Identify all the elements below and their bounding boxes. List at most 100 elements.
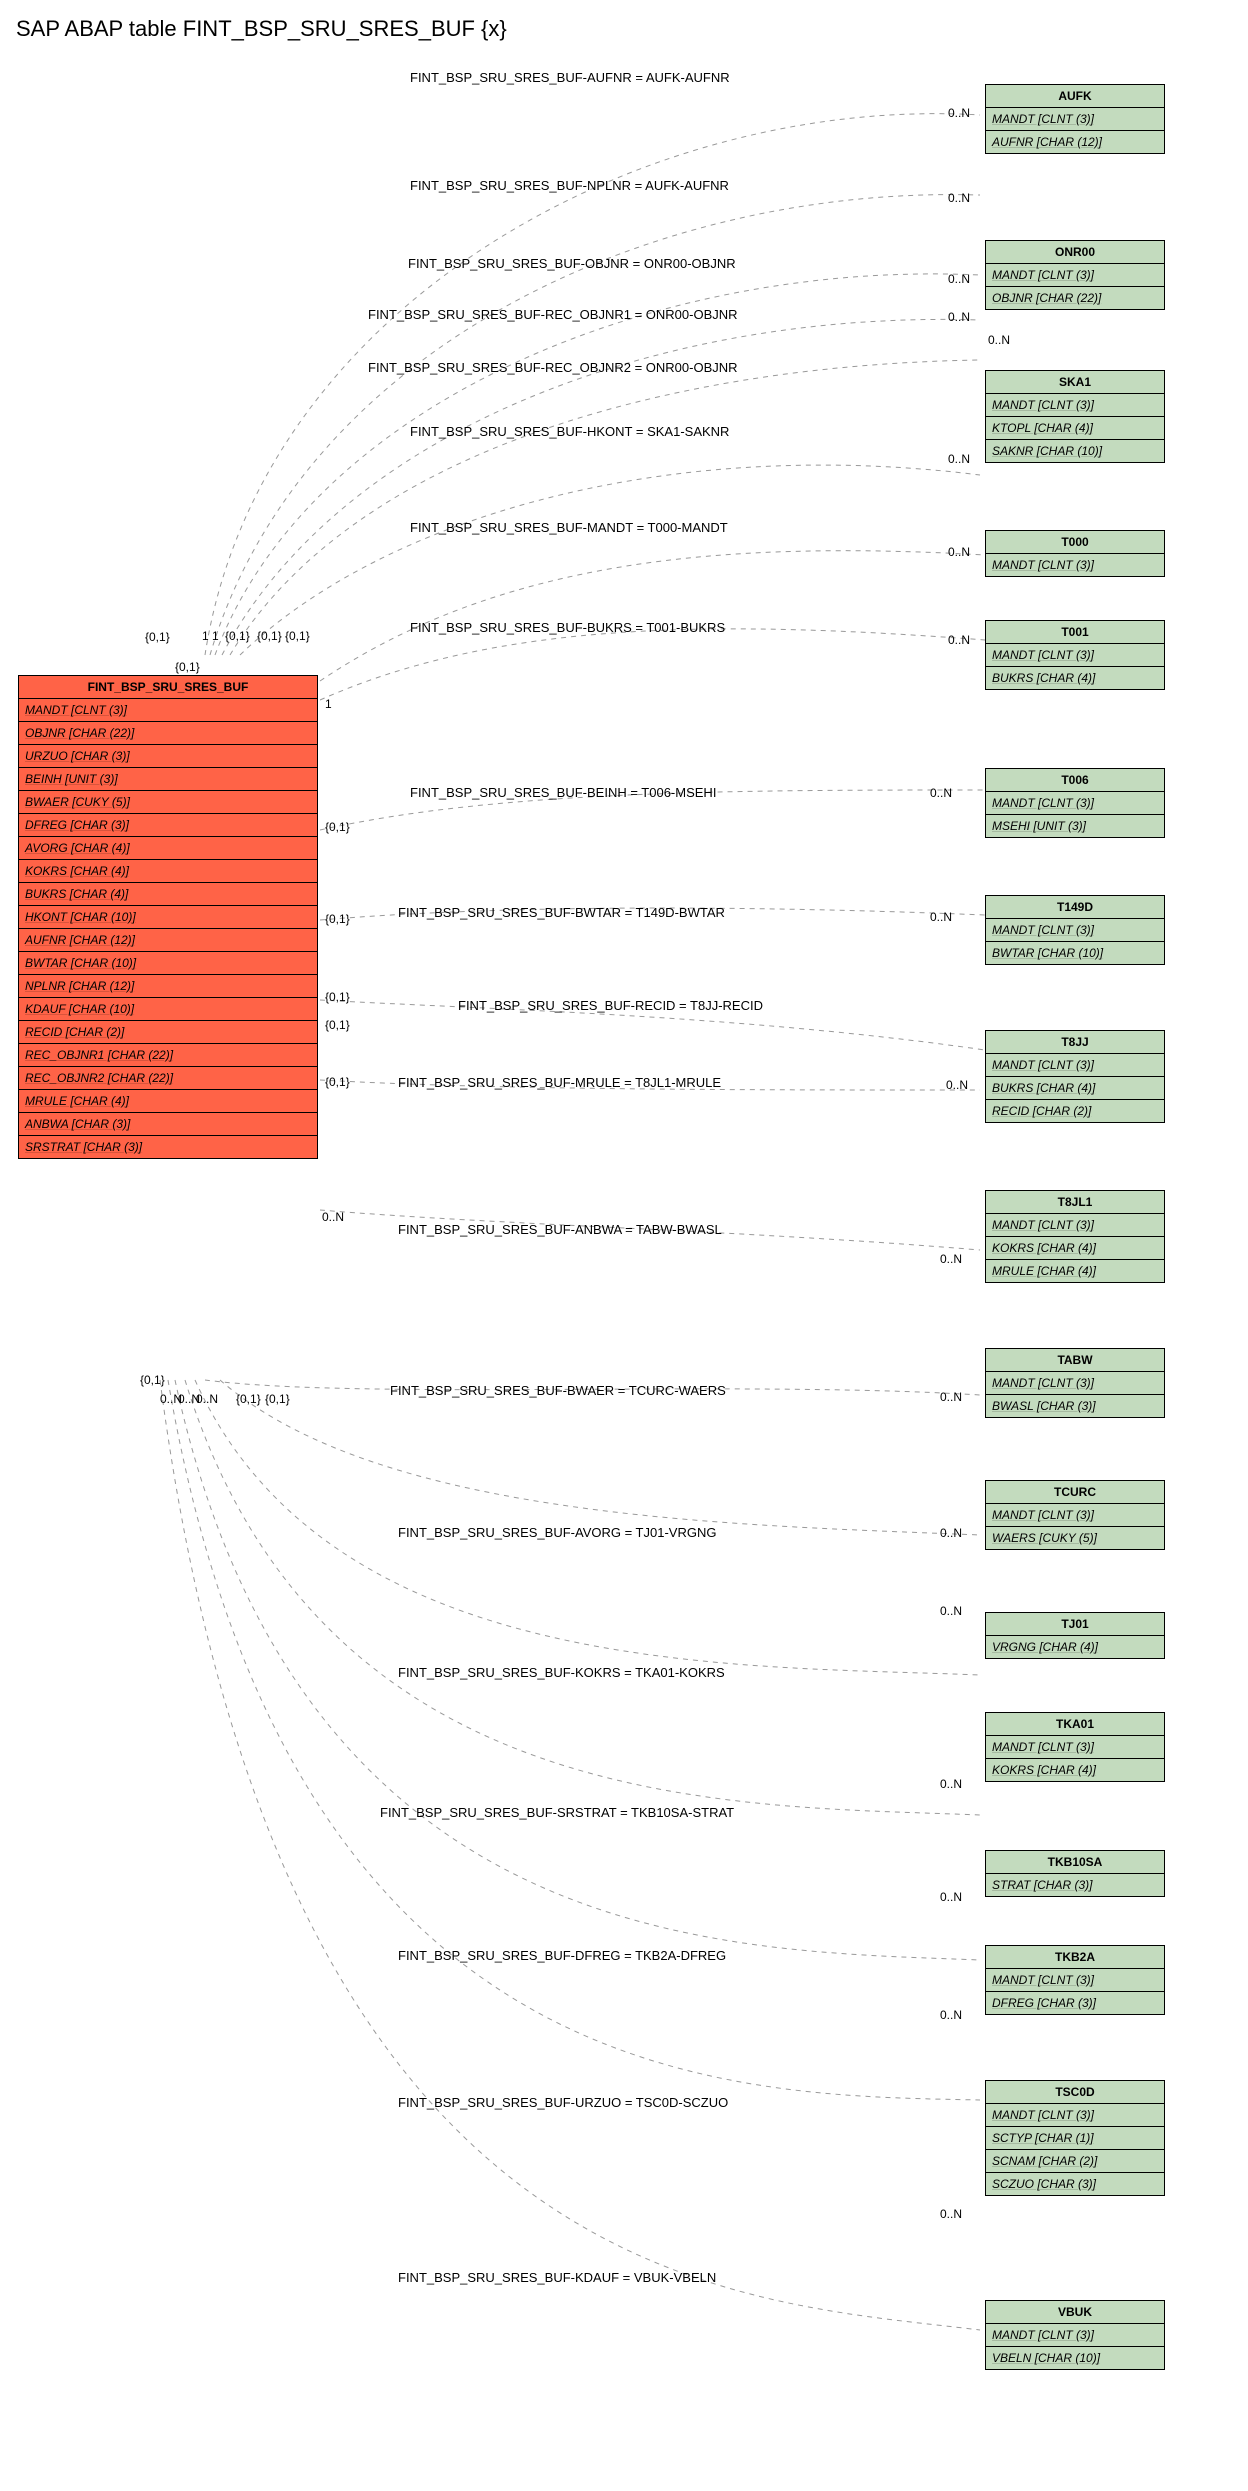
table-field: KOKRS [CHAR (4)] xyxy=(19,860,317,883)
table-field: BUKRS [CHAR (4)] xyxy=(19,883,317,906)
cardinality-right: 0..N xyxy=(940,1777,962,1791)
relation-label: FINT_BSP_SRU_SRES_BUF-OBJNR = ONR00-OBJN… xyxy=(408,256,736,271)
table-field: AUFNR [CHAR (12)] xyxy=(986,131,1164,153)
relation-label: FINT_BSP_SRU_SRES_BUF-AVORG = TJ01-VRGNG xyxy=(398,1525,716,1540)
cardinality-right: 0..N xyxy=(940,1390,962,1404)
table-field: MANDT [CLNT (3)] xyxy=(986,792,1164,815)
ref-table-header: SKA1 xyxy=(986,371,1164,394)
table-field: REC_OBJNR2 [CHAR (22)] xyxy=(19,1067,317,1090)
table-field: DFREG [CHAR (3)] xyxy=(986,1992,1164,2014)
cardinality-right: 0..N xyxy=(948,310,970,324)
cardinality-left: {0,1} xyxy=(257,629,282,643)
ref-table-box: ONR00 MANDT [CLNT (3)] OBJNR [CHAR (22)] xyxy=(985,240,1165,310)
ref-table-header: VBUK xyxy=(986,2301,1164,2324)
cardinality-right: 0..N xyxy=(940,1526,962,1540)
cardinality-left: {0,1} xyxy=(325,820,350,834)
table-field: WAERS [CUKY (5)] xyxy=(986,1527,1164,1549)
table-field: MANDT [CLNT (3)] xyxy=(986,1969,1164,1992)
cardinality-left: {0,1} xyxy=(225,629,250,643)
cardinality-left: {0,1} xyxy=(325,1018,350,1032)
relation-label: FINT_BSP_SRU_SRES_BUF-RECID = T8JJ-RECID xyxy=(458,998,763,1013)
table-field: HKONT [CHAR (10)] xyxy=(19,906,317,929)
relation-label: FINT_BSP_SRU_SRES_BUF-HKONT = SKA1-SAKNR xyxy=(410,424,729,439)
ref-table-box: T006 MANDT [CLNT (3)] MSEHI [UNIT (3)] xyxy=(985,768,1165,838)
cardinality-left: {0,1} xyxy=(145,630,170,644)
table-field: VRGNG [CHAR (4)] xyxy=(986,1636,1164,1658)
table-field: OBJNR [CHAR (22)] xyxy=(19,722,317,745)
ref-table-header: TKB2A xyxy=(986,1946,1164,1969)
table-field: URZUO [CHAR (3)] xyxy=(19,745,317,768)
cardinality-right: 0..N xyxy=(948,106,970,120)
cardinality-left: 1 xyxy=(325,697,332,711)
table-field: MANDT [CLNT (3)] xyxy=(986,108,1164,131)
table-field: MANDT [CLNT (3)] xyxy=(986,1372,1164,1395)
cardinality-right: 0..N xyxy=(946,1078,968,1092)
table-field: KOKRS [CHAR (4)] xyxy=(986,1759,1164,1781)
table-field: SCTYP [CHAR (1)] xyxy=(986,2127,1164,2150)
cardinality-left: 0..N xyxy=(322,1210,344,1224)
table-field: ANBWA [CHAR (3)] xyxy=(19,1113,317,1136)
table-field: MANDT [CLNT (3)] xyxy=(19,699,317,722)
table-field: SRSTRAT [CHAR (3)] xyxy=(19,1136,317,1158)
relation-label: FINT_BSP_SRU_SRES_BUF-ANBWA = TABW-BWASL xyxy=(398,1222,722,1237)
ref-table-box: T001 MANDT [CLNT (3)] BUKRS [CHAR (4)] xyxy=(985,620,1165,690)
ref-table-box: TKA01 MANDT [CLNT (3)] KOKRS [CHAR (4)] xyxy=(985,1712,1165,1782)
ref-table-header: T149D xyxy=(986,896,1164,919)
table-field: MSEHI [UNIT (3)] xyxy=(986,815,1164,837)
ref-table-box: TSC0D MANDT [CLNT (3)] SCTYP [CHAR (1)] … xyxy=(985,2080,1165,2196)
table-field: STRAT [CHAR (3)] xyxy=(986,1874,1164,1896)
table-field: SCNAM [CHAR (2)] xyxy=(986,2150,1164,2173)
cardinality-right: 0..N xyxy=(940,1252,962,1266)
ref-table-header: AUFK xyxy=(986,85,1164,108)
relation-label: FINT_BSP_SRU_SRES_BUF-NPLNR = AUFK-AUFNR xyxy=(410,178,729,193)
table-field: OBJNR [CHAR (22)] xyxy=(986,287,1164,309)
ref-table-header: TKA01 xyxy=(986,1713,1164,1736)
ref-table-header: TJ01 xyxy=(986,1613,1164,1636)
relation-label: FINT_BSP_SRU_SRES_BUF-REC_OBJNR2 = ONR00… xyxy=(368,360,738,375)
cardinality-right: 0..N xyxy=(930,910,952,924)
relation-label: FINT_BSP_SRU_SRES_BUF-REC_OBJNR1 = ONR00… xyxy=(368,307,738,322)
cardinality-left: {0,1} xyxy=(175,660,200,674)
table-field: SCZUO [CHAR (3)] xyxy=(986,2173,1164,2195)
table-field: MANDT [CLNT (3)] xyxy=(986,394,1164,417)
cardinality-right: 0..N xyxy=(940,2008,962,2022)
relation-label: FINT_BSP_SRU_SRES_BUF-MANDT = T000-MANDT xyxy=(410,520,728,535)
table-field: MANDT [CLNT (3)] xyxy=(986,264,1164,287)
relation-label: FINT_BSP_SRU_SRES_BUF-SRSTRAT = TKB10SA-… xyxy=(380,1805,734,1820)
table-field: RECID [CHAR (2)] xyxy=(986,1100,1164,1122)
cardinality-right: 0..N xyxy=(940,1604,962,1618)
cardinality-left: {0,1} xyxy=(236,1392,261,1406)
ref-table-header: TSC0D xyxy=(986,2081,1164,2104)
table-field: KOKRS [CHAR (4)] xyxy=(986,1237,1164,1260)
cardinality-left: {0,1} xyxy=(140,1373,165,1387)
relation-label: FINT_BSP_SRU_SRES_BUF-BWTAR = T149D-BWTA… xyxy=(398,905,725,920)
relation-label: FINT_BSP_SRU_SRES_BUF-BUKRS = T001-BUKRS xyxy=(410,620,725,635)
table-field: REC_OBJNR1 [CHAR (22)] xyxy=(19,1044,317,1067)
cardinality-left: {0,1} xyxy=(265,1392,290,1406)
ref-table-header: TCURC xyxy=(986,1481,1164,1504)
table-field: MANDT [CLNT (3)] xyxy=(986,919,1164,942)
ref-table-box: TABW MANDT [CLNT (3)] BWASL [CHAR (3)] xyxy=(985,1348,1165,1418)
table-field: AVORG [CHAR (4)] xyxy=(19,837,317,860)
table-field: KTOPL [CHAR (4)] xyxy=(986,417,1164,440)
table-field: MRULE [CHAR (4)] xyxy=(19,1090,317,1113)
cardinality-left: {0,1} xyxy=(325,912,350,926)
cardinality-left: {0,1} xyxy=(325,990,350,1004)
table-field: SAKNR [CHAR (10)] xyxy=(986,440,1164,462)
cardinality-right: 0..N xyxy=(948,272,970,286)
relation-label: FINT_BSP_SRU_SRES_BUF-KOKRS = TKA01-KOKR… xyxy=(398,1665,725,1680)
table-field: KDAUF [CHAR (10)] xyxy=(19,998,317,1021)
cardinality-right: 0..N xyxy=(940,2207,962,2221)
relation-label: FINT_BSP_SRU_SRES_BUF-BEINH = T006-MSEHI xyxy=(410,785,716,800)
relation-label: FINT_BSP_SRU_SRES_BUF-KDAUF = VBUK-VBELN xyxy=(398,2270,716,2285)
table-field: DFREG [CHAR (3)] xyxy=(19,814,317,837)
cardinality-right: 0..N xyxy=(988,333,1010,347)
relation-label: FINT_BSP_SRU_SRES_BUF-BWAER = TCURC-WAER… xyxy=(390,1383,726,1398)
table-field: BWAER [CUKY (5)] xyxy=(19,791,317,814)
cardinality-right: 0..N xyxy=(948,191,970,205)
page-title: SAP ABAP table FINT_BSP_SRU_SRES_BUF {x} xyxy=(16,16,507,42)
diagram-canvas: SAP ABAP table FINT_BSP_SRU_SRES_BUF {x} xyxy=(0,0,1248,2491)
table-field: BWASL [CHAR (3)] xyxy=(986,1395,1164,1417)
ref-table-box: T149D MANDT [CLNT (3)] BWTAR [CHAR (10)] xyxy=(985,895,1165,965)
table-field: MANDT [CLNT (3)] xyxy=(986,1054,1164,1077)
